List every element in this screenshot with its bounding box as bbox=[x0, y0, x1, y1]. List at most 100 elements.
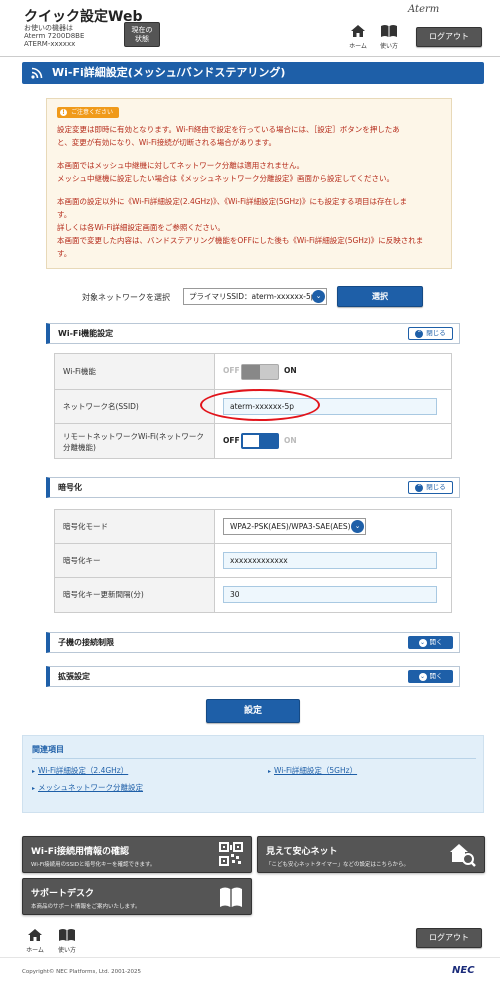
notice-box: ! ご注意ください 設定変更は即時に有効となります。Wi-Fi経由で設定を行ってい… bbox=[46, 98, 452, 269]
notice-line: メッシュ中継機に設定したい場合は《メッシュネットワーク分離設定》画面から設定して… bbox=[57, 174, 395, 183]
link-label: Wi-Fi詳細設定（2.4GHz） bbox=[38, 766, 129, 775]
wifi-info-tile[interactable]: Wi-Fi接続用情報の確認 Wi-Fi接続用のSSIDと暗号化キーを確認できます… bbox=[22, 836, 252, 873]
expand-extended-button[interactable]: ⌄ 開く bbox=[408, 670, 453, 683]
row-value: OFF ON bbox=[223, 424, 451, 458]
home-nav[interactable]: ホーム bbox=[345, 24, 371, 52]
row-value: WPA2-PSK(AES)/WPA3-SAE(AES) ⌄ bbox=[223, 510, 451, 543]
header-divider bbox=[0, 56, 500, 57]
collapse-encryption-button[interactable]: ⌃ 閉じる bbox=[408, 481, 453, 494]
table-row: リモートネットワークWi-Fi(ネットワーク分離機能) OFF ON bbox=[55, 424, 451, 458]
related-links: 関連項目 ▸ Wi-Fi詳細設定（2.4GHz） ▸ Wi-Fi詳細設定（5GHz）… bbox=[22, 735, 484, 813]
home-label: ホーム bbox=[26, 947, 44, 954]
switch-knob bbox=[259, 435, 277, 447]
support-desk-tile[interactable]: サポートデスク 本商品のサポート情報をご案内いたします。 bbox=[22, 878, 252, 915]
section-title: Wi-Fi機能設定 bbox=[58, 329, 114, 338]
notice-line: 本画面で変更した内容は、バンドステアリング機能をOFFにした後も《Wi-Fi詳細… bbox=[57, 236, 424, 245]
notice-line: 本画面の設定以外に《Wi-Fi詳細設定(2.4GHz)》、《Wi-Fi詳細設定(… bbox=[57, 197, 407, 206]
select-network-button[interactable]: 選択 bbox=[337, 286, 423, 307]
row-value: xxxxxxxxxxxxx bbox=[223, 544, 451, 577]
home-label: ホーム bbox=[349, 43, 367, 50]
encryption-header: 暗号化 ⌃ 閉じる bbox=[46, 477, 460, 498]
link-label: Wi-Fi詳細設定（5GHz） bbox=[274, 766, 358, 775]
nec-logo: NEC bbox=[452, 965, 475, 976]
tile-subtitle: Wi-Fi接続用のSSIDと暗号化キーを確認できます。 bbox=[31, 862, 156, 868]
row-label: 暗号化モード bbox=[55, 510, 215, 543]
notice-line: す。 bbox=[57, 249, 72, 258]
chevron-down-icon: ⌄ bbox=[312, 290, 325, 303]
link-mesh-isolation[interactable]: ▸ メッシュネットワーク分離設定 bbox=[32, 782, 143, 793]
related-heading: 関連項目 bbox=[32, 745, 64, 754]
arrow-icon: ▸ bbox=[32, 785, 36, 792]
toggle-label: 閉じる bbox=[426, 329, 446, 337]
table-row: 暗号化モード WPA2-PSK(AES)/WPA3-SAE(AES) ⌄ bbox=[55, 510, 451, 544]
switch-on-label: ON bbox=[284, 366, 297, 375]
tile-title: Wi-Fi接続用情報の確認 bbox=[31, 847, 129, 857]
footer-home-nav[interactable]: ホーム bbox=[22, 928, 48, 956]
encryption-table: 暗号化モード WPA2-PSK(AES)/WPA3-SAE(AES) ⌄ 暗号化… bbox=[54, 509, 452, 613]
safe-net-tile[interactable]: 見えて安心ネット 「こども安心ネットタイマー」などの設定はこちらから。 bbox=[257, 836, 485, 873]
chevron-down-icon: ⌄ bbox=[351, 520, 364, 533]
switch-on-label: ON bbox=[284, 436, 297, 445]
table-row: 暗号化キー更新間隔(分) 30 bbox=[55, 578, 451, 612]
key-interval-input[interactable]: 30 bbox=[223, 586, 437, 603]
extended-settings-header[interactable]: 拡張設定 ⌄ 開く bbox=[46, 666, 460, 687]
tile-title: 見えて安心ネット bbox=[266, 847, 338, 857]
row-label: Wi-Fi機能 bbox=[55, 354, 215, 389]
expand-child-limit-button[interactable]: ⌄ 開く bbox=[408, 636, 453, 649]
help-nav[interactable]: 使い方 bbox=[376, 24, 402, 52]
section-title: 拡張設定 bbox=[58, 672, 90, 681]
current-status-button[interactable]: 現在の 状態 bbox=[124, 22, 160, 47]
house-search-icon bbox=[450, 844, 476, 867]
tile-subtitle: 本商品のサポート情報をご案内いたします。 bbox=[31, 904, 141, 910]
switch-off-label: OFF bbox=[223, 366, 240, 375]
encryption-mode-select[interactable]: WPA2-PSK(AES)/WPA3-SAE(AES) ⌄ bbox=[223, 518, 366, 535]
qr-code-icon bbox=[219, 842, 243, 866]
wifi-icon bbox=[31, 67, 43, 79]
toggle-label: 閉じる bbox=[426, 483, 446, 491]
row-label: 暗号化キー bbox=[55, 544, 215, 577]
switch-off-label: OFF bbox=[223, 436, 240, 445]
chevron-down-icon: ⌄ bbox=[418, 673, 427, 681]
home-icon bbox=[351, 25, 365, 37]
network-select-label: 対象ネットワークを選択 bbox=[82, 293, 170, 302]
book-icon bbox=[381, 25, 397, 37]
tile-title: サポートデスク bbox=[31, 889, 95, 899]
child-limit-header[interactable]: 子機の接続制限 ⌄ 開く bbox=[46, 632, 460, 653]
remote-network-switch[interactable] bbox=[241, 433, 279, 449]
footer-divider bbox=[0, 957, 500, 958]
encryption-key-input[interactable]: xxxxxxxxxxxxx bbox=[223, 552, 437, 569]
header: クイック設定Web お使いの機器は Aterm 7200D8BE ATERM-x… bbox=[0, 0, 500, 56]
notice-line: す。 bbox=[57, 210, 72, 219]
logout-button[interactable]: ログアウト bbox=[416, 27, 482, 47]
arrow-icon: ▸ bbox=[32, 768, 36, 775]
help-label: 使い方 bbox=[379, 43, 398, 50]
chevron-up-icon: ⌃ bbox=[415, 330, 424, 338]
collapse-wifi-button[interactable]: ⌃ 閉じる bbox=[408, 327, 453, 340]
caution-label: ご注意ください bbox=[71, 109, 114, 116]
toggle-label: 開く bbox=[429, 672, 443, 680]
footer-help-nav[interactable]: 使い方 bbox=[54, 928, 80, 956]
chevron-up-icon: ⌃ bbox=[415, 484, 424, 492]
device-name: ATERM-xxxxxx bbox=[24, 40, 76, 48]
apply-button[interactable]: 設定 bbox=[206, 699, 300, 723]
section-title: 子機の接続制限 bbox=[58, 638, 114, 647]
highlight-circle bbox=[200, 389, 320, 421]
home-icon bbox=[28, 929, 42, 941]
row-value: OFF ON bbox=[223, 354, 451, 389]
caution-badge: ! ご注意ください bbox=[57, 107, 120, 118]
wifi-function-switch[interactable] bbox=[241, 364, 279, 380]
exclamation-icon: ! bbox=[60, 109, 67, 116]
link-wifi-5ghz[interactable]: ▸ Wi-Fi詳細設定（5GHz） bbox=[268, 765, 357, 776]
row-label: 暗号化キー更新間隔(分) bbox=[55, 578, 215, 612]
arrow-icon: ▸ bbox=[268, 768, 272, 775]
tile-subtitle: 「こども安心ネットタイマー」などの設定はこちらから。 bbox=[266, 862, 410, 868]
encryption-mode-value: WPA2-PSK(AES)/WPA3-SAE(AES) bbox=[230, 522, 351, 531]
link-wifi-24ghz[interactable]: ▸ Wi-Fi詳細設定（2.4GHz） bbox=[32, 765, 128, 776]
section-title: 暗号化 bbox=[58, 483, 82, 492]
switch-knob bbox=[242, 365, 260, 379]
row-value: 30 bbox=[223, 578, 451, 612]
book-icon bbox=[59, 929, 75, 941]
footer-logout-button[interactable]: ログアウト bbox=[416, 928, 482, 948]
divider bbox=[32, 758, 476, 759]
network-select[interactable]: プライマリSSID：aterm-xxxxxx-5p ⌄ bbox=[183, 288, 327, 305]
